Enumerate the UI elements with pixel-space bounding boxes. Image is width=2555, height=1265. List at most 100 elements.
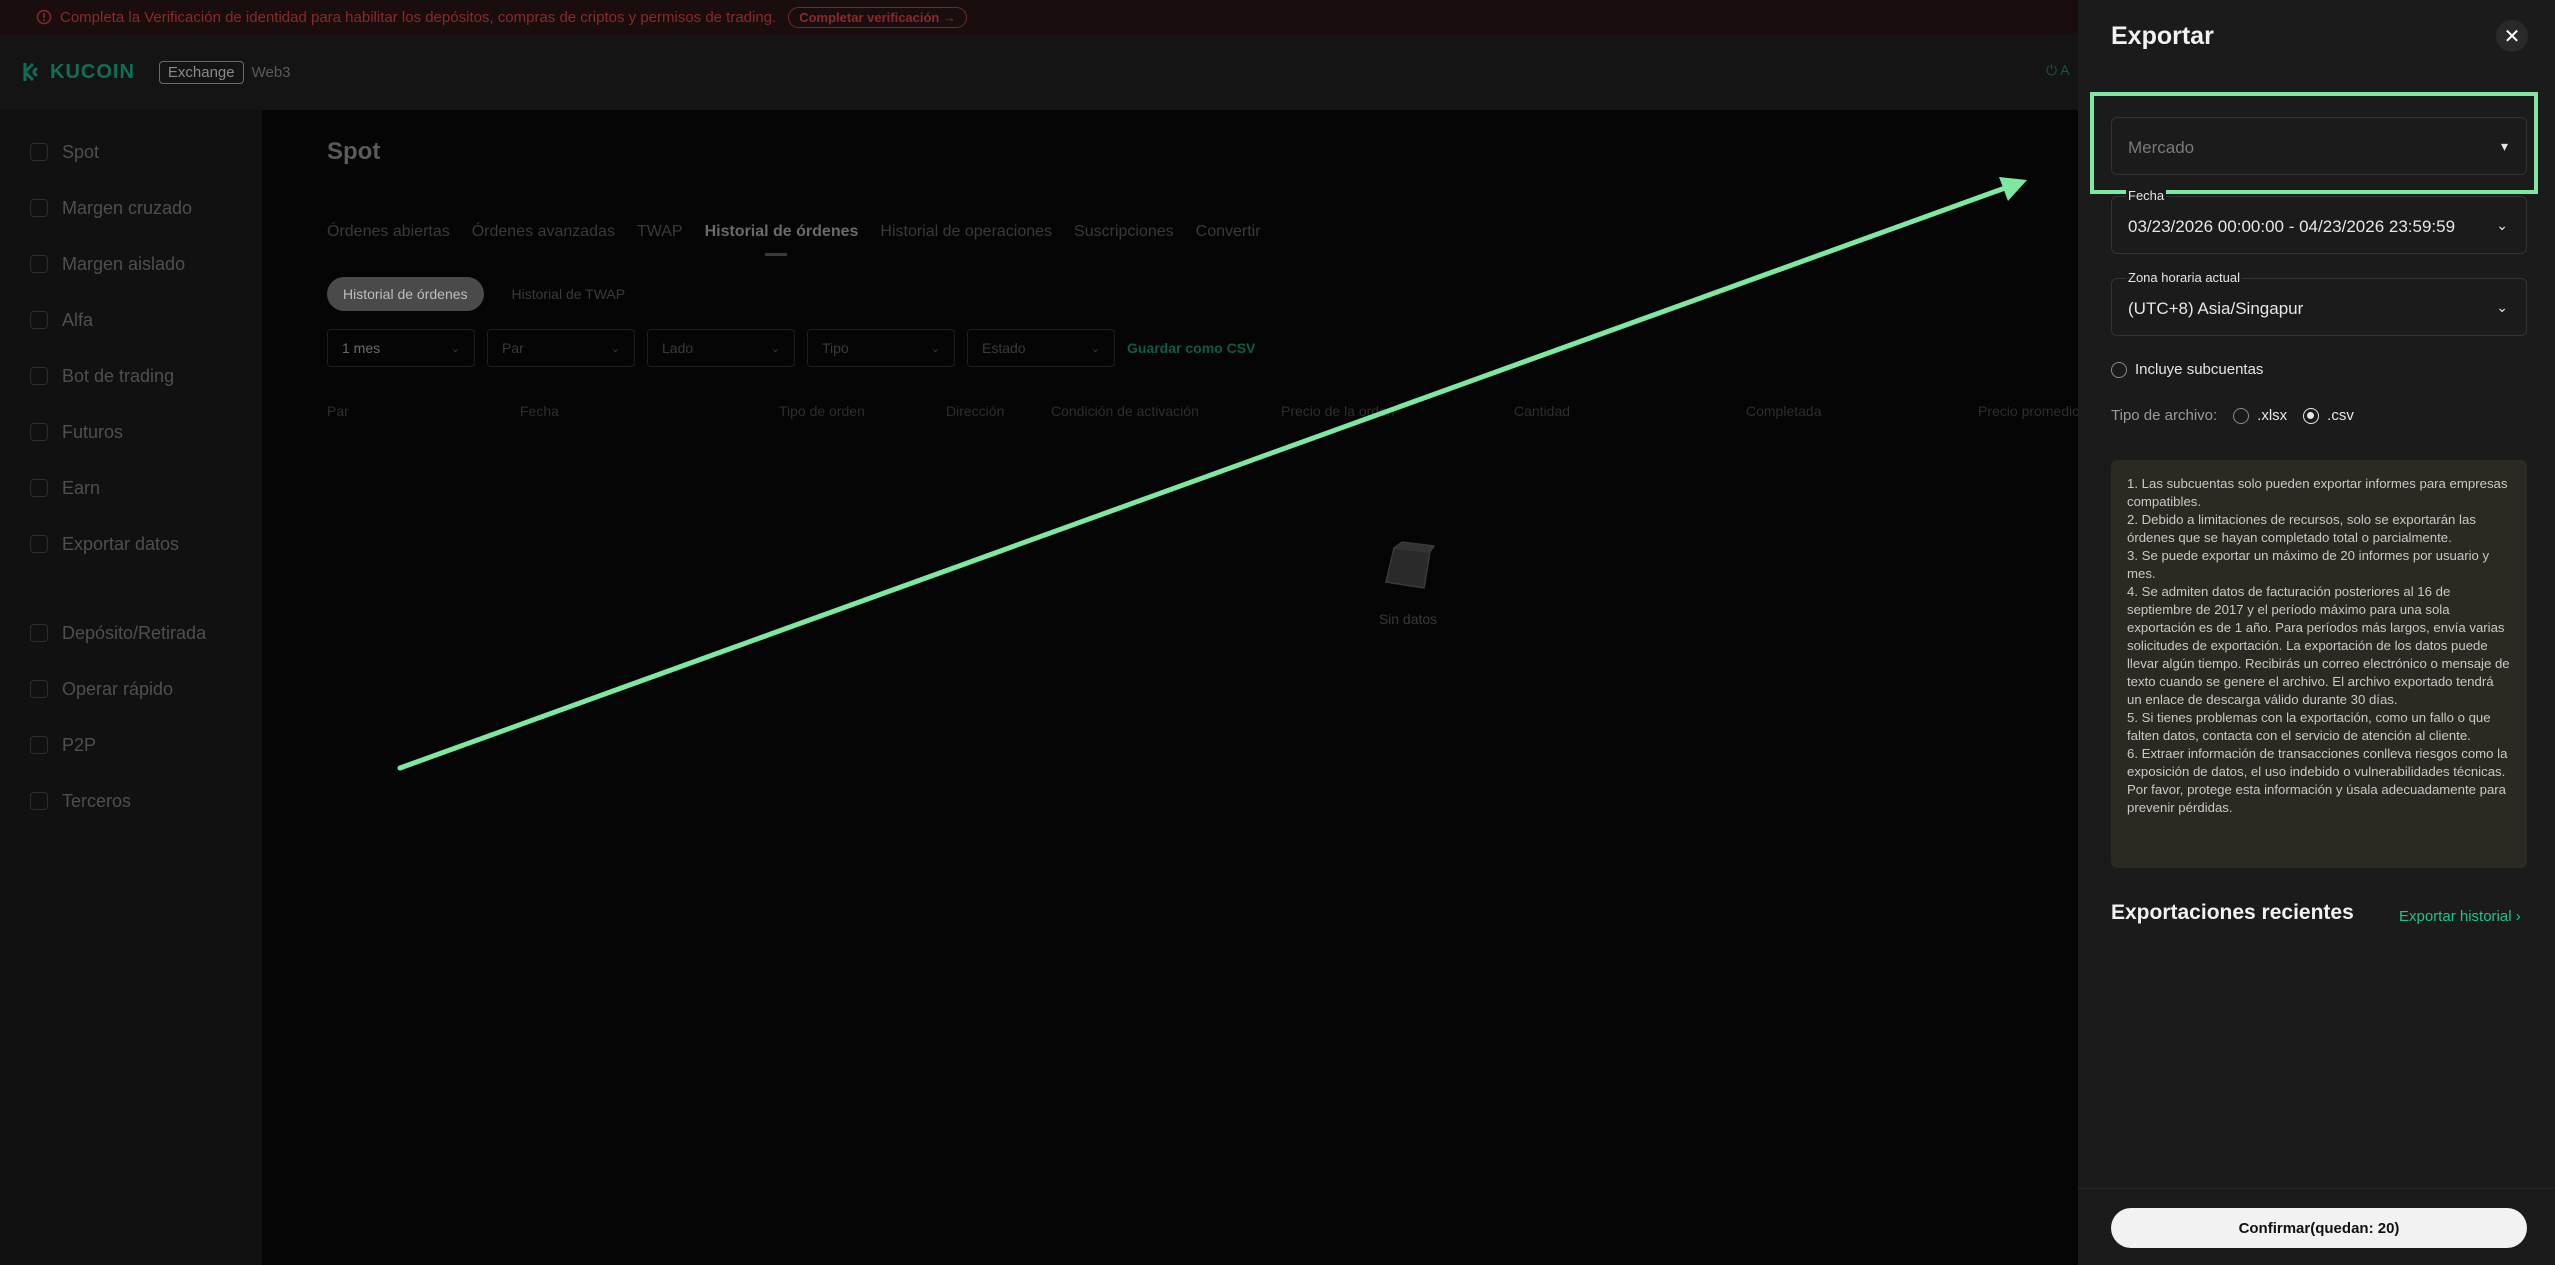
tab-trade-history[interactable]: Historial de operaciones <box>880 223 1052 241</box>
logo-text: KUCOIN <box>50 60 135 83</box>
csv-label: .csv <box>2327 407 2354 424</box>
sidebar-item-deposit-withdraw[interactable]: Depósito/Retirada <box>0 613 262 653</box>
tab-advanced-orders[interactable]: Órdenes avanzadas <box>472 223 615 241</box>
sidebar-item-label: Margen cruzado <box>62 197 193 218</box>
xlsx-label: .xlsx <box>2257 407 2288 424</box>
sidebar-item-export-data[interactable]: Exportar datos <box>0 524 262 564</box>
csv-radio[interactable] <box>2303 407 2320 424</box>
sidebar-item-alpha[interactable]: Alfa <box>0 300 262 340</box>
sidebar-item-p2p[interactable]: P2P <box>0 725 262 765</box>
table-header: Par Fecha Tipo de orden Dirección Condic… <box>327 403 2080 423</box>
chevron-down-icon: ⌄ <box>2496 217 2508 233</box>
export-drawer: Exportar ✕ Mercado ▾ Fecha 03/23/2026 00… <box>2078 0 2555 1265</box>
chevron-down-icon: ⌄ <box>770 342 780 355</box>
date-value: 03/23/2026 00:00:00 - 04/23/2026 23:59:5… <box>2128 217 2456 236</box>
column-header: Completada <box>1746 403 1822 419</box>
confirm-button[interactable]: Confirmar(quedan: 20) <box>2111 1208 2527 1248</box>
sidebar-item-spot[interactable]: Spot <box>0 132 262 172</box>
alpha-icon <box>30 311 48 329</box>
sidebar-item-label: Operar rápido <box>62 678 174 699</box>
earn-icon <box>30 479 48 497</box>
note-item: 6. Extraer información de transacciones … <box>2127 746 2508 815</box>
sidebar-item-label: Bot de trading <box>62 365 175 386</box>
date-range-select[interactable]: Fecha 03/23/2026 00:00:00 - 04/23/2026 2… <box>2111 188 2527 254</box>
tab-convert[interactable]: Convertir <box>1196 223 1261 241</box>
deposit-icon <box>30 624 48 642</box>
caret-down-icon: ▾ <box>2500 138 2508 154</box>
divider <box>2078 1188 2555 1189</box>
subtab-twap-history[interactable]: Historial de TWAP <box>496 277 642 311</box>
sidebar-item-earn[interactable]: Earn <box>0 468 262 508</box>
note-item: 1. Las subcuentas solo pueden exportar i… <box>2127 476 2508 509</box>
timezone-label: Zona horaria actual <box>2126 270 2243 285</box>
sidebar: Spot Margen cruzado Margen aislado Alfa … <box>0 110 262 1265</box>
sidebar-item-third-party[interactable]: Terceros <box>0 781 262 821</box>
sidebar-item-label: Earn <box>62 477 101 498</box>
timezone-select[interactable]: Zona horaria actual (UTC+8) Asia/Singapu… <box>2111 270 2527 336</box>
chevron-down-icon: ⌄ <box>610 342 620 355</box>
xlsx-radio[interactable] <box>2233 407 2250 424</box>
tab-order-history[interactable]: Historial de órdenes <box>705 223 858 256</box>
chevron-down-icon: ⌄ <box>1090 342 1100 355</box>
type-filter[interactable]: Tipo ⌄ <box>807 329 955 367</box>
web3-tab[interactable]: Web3 <box>252 64 291 81</box>
side-filter[interactable]: Lado ⌄ <box>647 329 795 367</box>
filter-bar: 1 mes ⌄ Par ⌄ Lado ⌄ Tipo ⌄ Estado ⌄ Guardar … <box>327 329 1255 367</box>
fast-trade-icon <box>30 680 48 698</box>
status-filter[interactable]: Estado ⌄ <box>967 329 1115 367</box>
page-title: Spot <box>327 138 381 165</box>
chevron-down-icon: ⌄ <box>450 342 460 355</box>
file-type-group: Tipo de archivo: .xlsx .csv <box>2111 407 2370 424</box>
column-header: Condición de activación <box>1051 403 1199 419</box>
complete-verification-button[interactable]: Completar verificación → <box>788 6 967 28</box>
empty-box-icon <box>1385 541 1436 589</box>
market-select[interactable]: Mercado ▾ <box>2111 117 2527 175</box>
sidebar-item-label: Margen aislado <box>62 253 186 274</box>
futures-icon <box>30 423 48 441</box>
pair-filter[interactable]: Par ⌄ <box>487 329 635 367</box>
notice-text: Completa la Verificación de identidad pa… <box>60 8 777 26</box>
note-item: 2. Debido a limitaciones de recursos, so… <box>2127 512 2476 545</box>
main-content: Spot Órdenes abiertas Órdenes avanzadas … <box>262 110 2080 1265</box>
tab-open-orders[interactable]: Órdenes abiertas <box>327 223 450 241</box>
sidebar-item-label: Spot <box>62 141 100 162</box>
file-type-csv-option[interactable]: .csv <box>2303 407 2354 424</box>
exchange-tab[interactable]: Exchange <box>158 60 244 84</box>
include-subaccounts-option[interactable]: Incluye subcuentas <box>2111 361 2263 378</box>
tab-subscriptions[interactable]: Suscripciones <box>1074 223 1174 241</box>
date-label: Fecha <box>2126 188 2167 203</box>
header-right-label: A <box>2060 62 2070 78</box>
column-header: Fecha <box>520 403 559 419</box>
drawer-title: Exportar <box>2111 22 2214 50</box>
sidebar-item-isolated-margin[interactable]: Margen aislado <box>0 244 262 284</box>
column-header: Precio de la orden <box>1281 403 1395 419</box>
empty-state-text: Sin datos <box>1378 611 1438 627</box>
file-type-xlsx-option[interactable]: .xlsx <box>2233 407 2287 424</box>
export-icon <box>30 535 48 553</box>
include-subaccounts-radio[interactable] <box>2111 361 2127 378</box>
market-placeholder: Mercado <box>2128 138 2195 157</box>
subtab-order-history[interactable]: Historial de órdenes <box>327 277 484 311</box>
export-history-link[interactable]: Exportar historial › <box>2399 908 2521 925</box>
close-button[interactable]: ✕ <box>2496 20 2528 52</box>
filter-label: 1 mes <box>342 340 381 356</box>
p2p-icon <box>30 736 48 754</box>
filter-label: Estado <box>982 340 1026 356</box>
sidebar-item-fast-trade[interactable]: Operar rápido <box>0 669 262 709</box>
file-type-label: Tipo de archivo: <box>2111 407 2218 424</box>
kucoin-logo[interactable]: KUCOIN <box>22 61 135 84</box>
third-party-icon <box>30 792 48 810</box>
chevron-down-icon: ⌄ <box>930 342 940 355</box>
sidebar-item-trading-bot[interactable]: Bot de trading <box>0 356 262 396</box>
warning-icon <box>36 9 52 25</box>
spot-icon <box>30 143 48 161</box>
sidebar-item-label: Terceros <box>62 790 132 811</box>
sidebar-item-cross-margin[interactable]: Margen cruzado <box>0 188 262 228</box>
sidebar-item-label: P2P <box>62 734 97 755</box>
column-header: Dirección <box>946 403 1005 419</box>
tab-twap[interactable]: TWAP <box>637 223 683 241</box>
sidebar-item-futures[interactable]: Futuros <box>0 412 262 452</box>
period-filter[interactable]: 1 mes ⌄ <box>327 329 475 367</box>
header-right-item[interactable]: ⏻ A <box>2046 62 2070 79</box>
save-as-csv-link[interactable]: Guardar como CSV <box>1127 340 1255 356</box>
